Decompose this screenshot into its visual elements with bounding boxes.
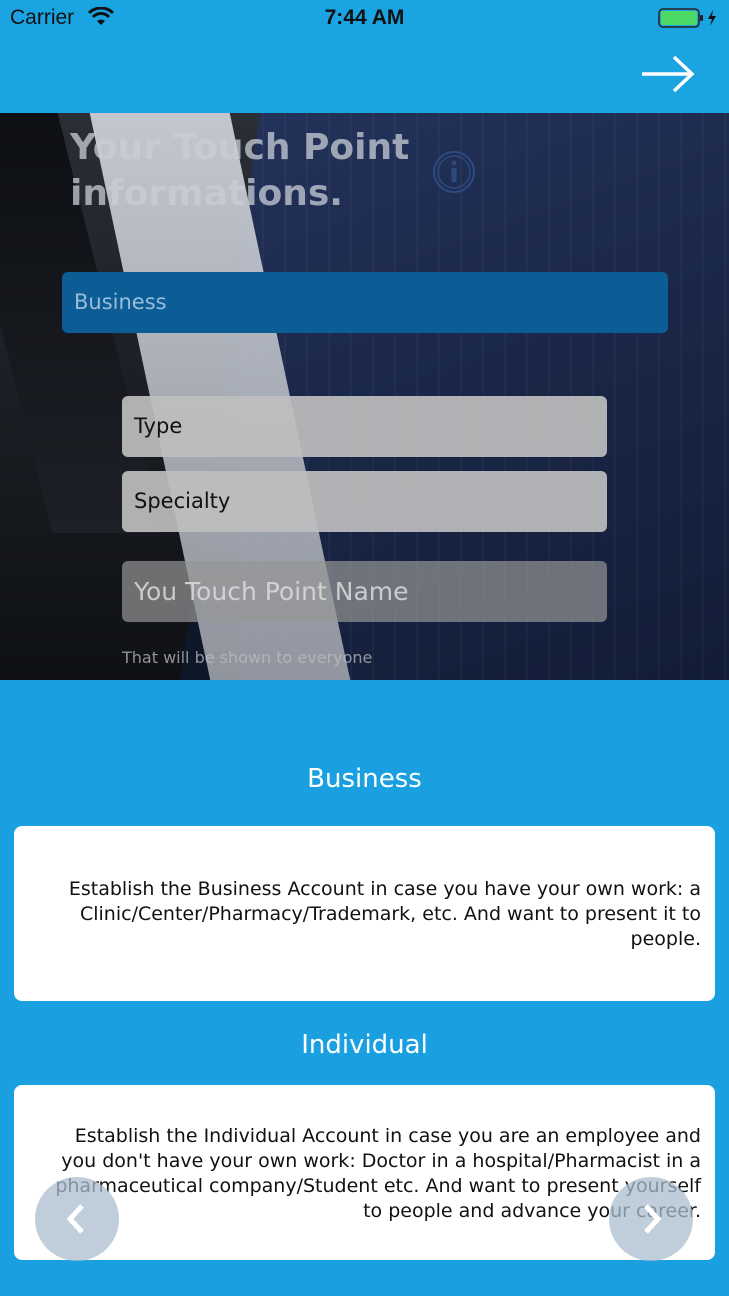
touch-point-name-input[interactable] [122,561,607,622]
chevron-left-icon [66,1204,84,1234]
chevron-right-icon [644,1204,662,1234]
business-card: Establish the Business Account in case y… [14,826,715,1001]
business-description: Establish the Business Account in case y… [68,878,701,950]
individual-heading: Individual [301,1030,428,1060]
previous-button[interactable] [35,1177,119,1261]
next-button[interactable] [609,1177,693,1261]
battery-icon [658,8,716,28]
type-selector[interactable]: Type [122,396,607,457]
individual-card: Establish the Individual Account in case… [14,1085,715,1260]
specialty-selector[interactable]: Specialty [122,471,607,532]
arrow-right-icon[interactable] [640,54,696,94]
account-type-selector[interactable]: Business [62,272,668,333]
business-heading: Business [307,764,422,794]
status-time: 7:44 AM [324,6,405,29]
individual-description: Establish the Individual Account in case… [55,1125,701,1222]
info-icon[interactable] [432,150,476,194]
name-hint: That will be shown to everyone [122,648,373,667]
page-title: Your Touch Point informations. [70,127,410,214]
top-bar: Carrier 7:44 AM [0,0,729,113]
hero-section: Your Touch Point informations. Business … [0,113,729,680]
